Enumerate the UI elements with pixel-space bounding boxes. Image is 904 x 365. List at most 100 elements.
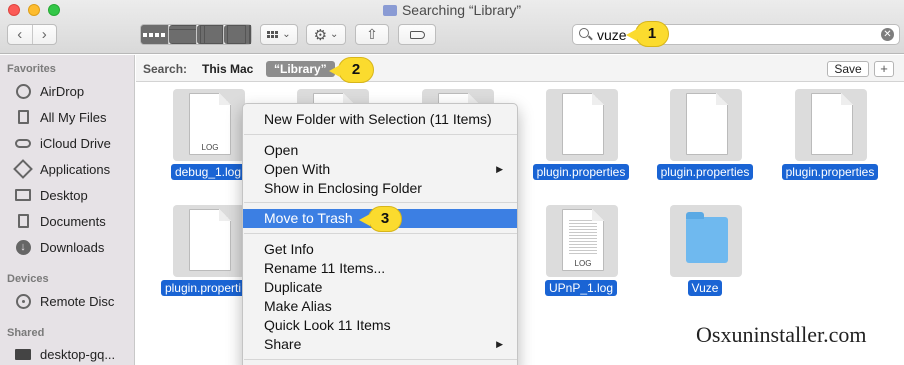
sidebar-item-label: iCloud Drive <box>40 135 111 151</box>
chevron-down-icon: ⌄ <box>330 29 339 40</box>
column-view-button[interactable] <box>195 25 224 44</box>
list-icon <box>168 25 196 44</box>
scope-library-button[interactable]: “Library” <box>266 61 335 77</box>
sidebar-item-documents[interactable]: Documents <box>14 211 106 231</box>
file-name: debug_1.log <box>170 164 246 180</box>
window-title-text: Searching “Library” <box>401 2 522 18</box>
callout-3: 3 <box>359 206 402 232</box>
sidebar-item-downloads[interactable]: ↓ Downloads <box>14 237 104 257</box>
file-name: plugin.properti... <box>160 280 256 296</box>
columns-icon <box>196 25 224 44</box>
file-item[interactable]: LOG UPnP_1.log <box>522 205 640 315</box>
file-name: UPnP_1.log <box>544 280 618 296</box>
submenu-arrow-icon: ▶ <box>496 339 503 349</box>
computer-icon <box>15 348 31 360</box>
desktop-icon <box>15 189 31 201</box>
list-view-button[interactable] <box>167 25 196 44</box>
sidebar-item-shared-computer[interactable]: desktop-gq... <box>14 344 115 364</box>
menu-item-label: Share <box>264 336 302 352</box>
menu-separator <box>244 134 517 135</box>
coverflow-view-button[interactable] <box>223 25 251 44</box>
file-item[interactable]: plugin.properties <box>771 89 889 199</box>
submenu-arrow-icon: ▶ <box>496 164 503 174</box>
log-tag: LOG <box>201 143 219 152</box>
sidebar-item-applications[interactable]: Applications <box>13 159 111 179</box>
share-button[interactable]: ⇧ <box>355 24 389 45</box>
icon-view-button[interactable] <box>141 25 168 44</box>
menu-item-new-folder-with-selection[interactable]: New Folder with Selection (11 Items) <box>243 110 517 129</box>
sidebar-item-remote-disc[interactable]: Remote Disc <box>14 291 114 311</box>
cloud-icon <box>15 138 31 148</box>
menu-item-quick-look[interactable]: Quick Look 11 Items <box>243 316 517 335</box>
action-button[interactable]: ⚙ ⌄ <box>306 24 346 45</box>
folder-name: Vuze <box>687 280 723 296</box>
sidebar-item-desktop[interactable]: Desktop <box>14 185 88 205</box>
sidebar-section-devices: Devices <box>7 273 49 285</box>
finder-window: Searching “Library” ‹ › ⌄ ⚙ ⌄ ⇧ vuze ✕ 1… <box>0 0 904 365</box>
scope-label: Search: <box>143 62 188 76</box>
menu-item-open-with[interactable]: Open With ▶ <box>243 160 517 179</box>
sidebar-item-label: All My Files <box>40 109 107 125</box>
file-item[interactable]: plugin.properties <box>522 89 640 199</box>
arrange-button[interactable]: ⌄ <box>260 24 298 45</box>
menu-item-duplicate[interactable]: Duplicate <box>243 278 517 297</box>
menu-item-get-info[interactable]: Get Info <box>243 240 517 259</box>
sidebar-item-icloud-drive[interactable]: iCloud Drive <box>14 133 111 153</box>
coverflow-icon <box>224 25 251 44</box>
file-item[interactable]: plugin.properties <box>646 89 764 199</box>
documents-icon <box>17 214 29 228</box>
forward-button[interactable]: › <box>31 25 57 44</box>
add-criteria-button[interactable]: + <box>874 61 894 77</box>
edit-tags-button[interactable] <box>398 24 436 45</box>
downloads-icon: ↓ <box>15 239 31 255</box>
title-bar: Searching “Library” ‹ › ⌄ ⚙ ⌄ ⇧ vuze ✕ 1 <box>0 0 904 54</box>
folder-icon <box>382 5 397 16</box>
log-tag: LOG <box>574 259 592 268</box>
search-icon <box>579 28 589 38</box>
clear-search-icon[interactable]: ✕ <box>881 28 894 41</box>
folder-icon <box>686 212 728 263</box>
chevron-down-icon: ⌄ <box>282 29 291 40</box>
menu-separator <box>244 202 517 203</box>
menu-item-show-in-enclosing-folder[interactable]: Show in Enclosing Folder <box>243 179 517 198</box>
menu-item-open[interactable]: Open <box>243 141 517 160</box>
file-name: plugin.properties <box>532 164 630 180</box>
menu-item-share[interactable]: Share ▶ <box>243 335 517 354</box>
menu-separator <box>244 233 517 234</box>
sidebar-section-shared: Shared <box>7 327 45 339</box>
sidebar-item-label: Remote Disc <box>40 293 115 309</box>
tag-icon <box>409 30 425 39</box>
scope-this-mac-button[interactable]: This Mac <box>202 62 253 76</box>
callout-2: 2 <box>329 57 374 83</box>
window-title: Searching “Library” <box>0 2 904 18</box>
gear-icon: ⚙ <box>313 26 328 44</box>
sidebar: Favorites AirDrop All My Files iCloud Dr… <box>0 55 135 365</box>
sidebar-item-airdrop[interactable]: AirDrop <box>14 81 84 101</box>
sidebar-item-label: desktop-gq... <box>40 346 116 362</box>
arrange-grid-icon <box>267 31 279 38</box>
sidebar-item-label: AirDrop <box>40 83 85 99</box>
menu-item-label: Open With <box>264 161 331 177</box>
menu-item-make-alias[interactable]: Make Alias <box>243 297 517 316</box>
back-button[interactable]: ‹ <box>8 25 32 44</box>
save-search-button[interactable]: Save <box>827 61 869 77</box>
menu-separator <box>244 359 517 360</box>
search-scope-bar: Search: This Mac “Library” Save + <box>136 55 904 82</box>
share-icon: ⇧ <box>366 26 378 42</box>
search-field[interactable]: vuze ✕ <box>572 24 900 45</box>
sidebar-item-all-my-files[interactable]: All My Files <box>14 107 106 127</box>
grid-icon <box>141 25 168 44</box>
folder-item[interactable]: Vuze <box>646 205 764 315</box>
menu-item-rename[interactable]: Rename 11 Items... <box>243 259 517 278</box>
search-input-value[interactable]: vuze <box>597 27 627 43</box>
disc-icon <box>15 293 31 309</box>
sidebar-item-label: Applications <box>40 161 111 177</box>
callout-1: 1 <box>626 21 669 47</box>
back-forward-group: ‹ › <box>7 24 57 45</box>
context-menu: New Folder with Selection (11 Items) Ope… <box>242 103 518 365</box>
view-mode-group <box>140 24 252 45</box>
applications-icon <box>13 159 33 179</box>
watermark-text: Osxuninstaller.com <box>696 322 867 347</box>
file-name: plugin.properties <box>781 164 879 180</box>
sidebar-item-label: Downloads <box>40 239 105 255</box>
